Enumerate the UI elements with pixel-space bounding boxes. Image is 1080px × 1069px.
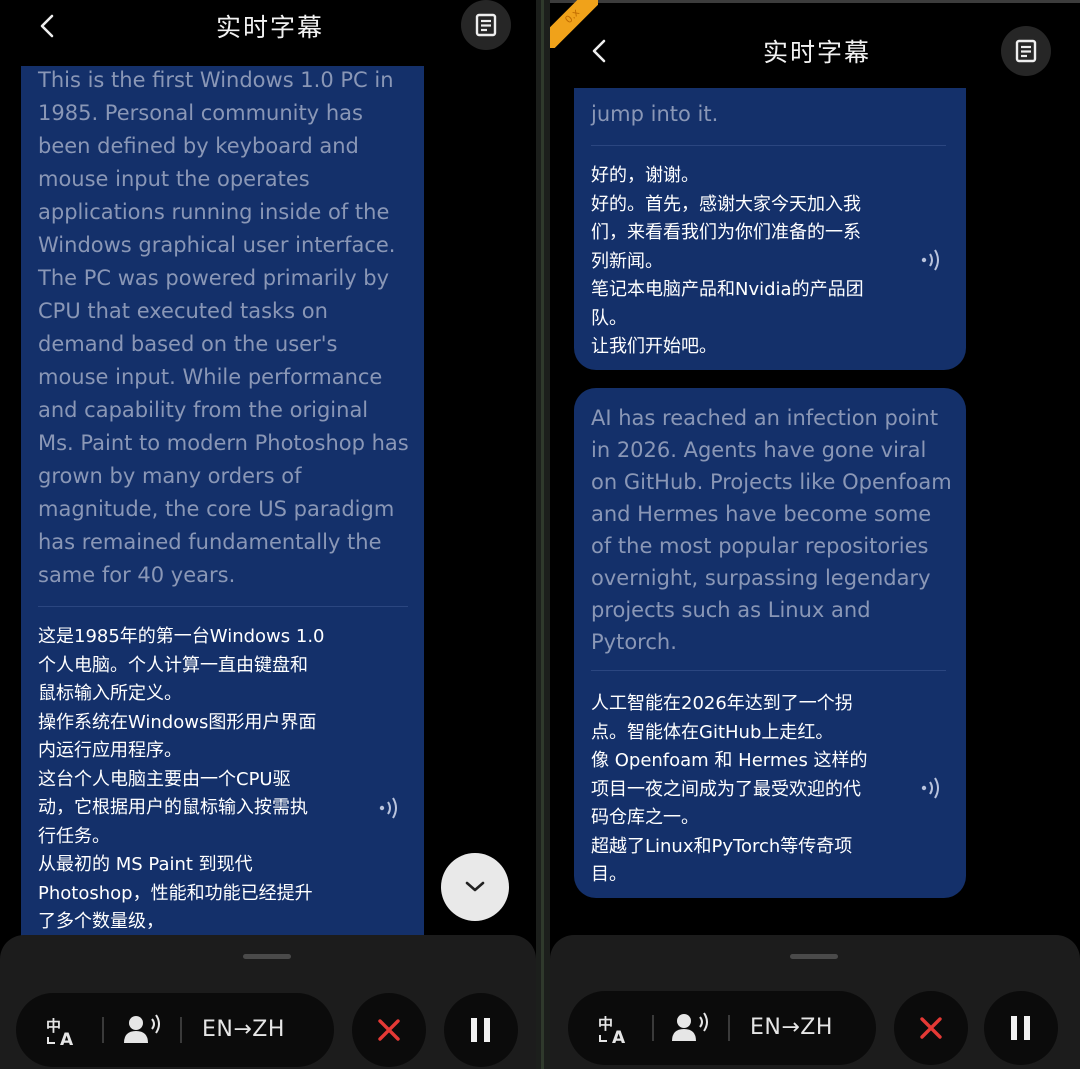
language-pair-selector[interactable]: EN→ZH	[202, 1017, 285, 1042]
right-phone-screen: 0.x 实时字幕 jump into it. 好的，谢谢。 好的。首先，感谢大家…	[550, 0, 1080, 1069]
translation-line: 队。	[591, 307, 627, 329]
pause-icon	[471, 1018, 490, 1042]
translation-line: 项目一夜之间成为了最受欢迎的代	[591, 778, 861, 800]
debug-badge: 0.x	[550, 0, 598, 48]
chevron-down-icon	[465, 881, 485, 892]
translation-line: 好的，谢谢。	[591, 165, 699, 186]
translation-line: 人工智能在2026年达到了一个拐	[591, 693, 853, 714]
translation-line: 笔记本电脑产品和Nvidia的产品团	[591, 279, 864, 300]
chinese-translation: 好的，谢谢。 好的。首先，感谢大家今天加入我 们，来看看我们为你们准备的一系 列…	[591, 162, 921, 362]
stop-button[interactable]	[352, 993, 426, 1067]
translation-line: 操作系统在Windows图形用户界面	[38, 711, 317, 733]
separator	[102, 1017, 104, 1043]
pause-icon	[1011, 1016, 1030, 1040]
chinese-translation: 这是1985年的第一台Windows 1.0 个人电脑。个人计算一直由键盘和 鼠…	[38, 623, 368, 937]
translation-line: 们，来看看我们为你们准备的一系	[591, 222, 861, 243]
pause-button[interactable]	[984, 991, 1058, 1065]
subtitle-card-1: jump into it. 好的，谢谢。 好的。首先，感谢大家今天加入我 们，来…	[574, 60, 966, 370]
divider	[591, 670, 946, 671]
translation-line: 点。智能体在GitHub上走红。	[591, 721, 834, 743]
translation-line: 列新闻。	[591, 250, 663, 272]
speaker-voice-icon[interactable]	[672, 1011, 712, 1049]
translation-line: 超越了Linux和PyTorch等传奇项	[591, 835, 853, 857]
status-line	[550, 0, 1080, 3]
page-title: 实时字幕	[216, 13, 325, 42]
play-audio-icon[interactable]	[378, 794, 402, 822]
translation-line: 码仓库之一。	[591, 807, 699, 828]
divider	[591, 145, 946, 146]
drag-handle[interactable]	[790, 954, 838, 959]
control-panel: 中A EN→ZH	[550, 935, 1080, 1069]
stop-icon	[378, 1019, 400, 1041]
page-title: 实时字幕	[763, 38, 872, 67]
transcript-doc-button[interactable]	[1001, 26, 1051, 76]
translation-line: 了多个数量级，	[38, 911, 164, 932]
document-icon	[475, 13, 497, 37]
control-panel: 中A EN→ZH	[0, 935, 536, 1069]
badge-label: 0.x	[550, 0, 598, 48]
translation-line: 这是1985年的第一台Windows 1.0	[38, 626, 325, 647]
header: 实时字幕	[0, 0, 536, 60]
back-arrow-icon[interactable]	[28, 6, 68, 46]
svg-text:中: 中	[46, 1017, 61, 1035]
translation-line: 像 Openfoam 和 Hermes 这样的	[591, 750, 868, 771]
stop-icon	[920, 1017, 942, 1039]
separator	[652, 1015, 654, 1041]
separator	[180, 1017, 182, 1043]
translation-line: Photoshop，性能和功能已经提升	[38, 882, 313, 904]
stop-button[interactable]	[894, 991, 968, 1065]
document-icon	[1015, 39, 1037, 63]
mode-controls: 中A EN→ZH	[568, 991, 876, 1065]
translate-icon[interactable]: 中A	[598, 1013, 632, 1049]
svg-text:A: A	[60, 1030, 74, 1047]
drag-handle[interactable]	[243, 954, 291, 959]
translation-line: 个人电脑。个人计算一直由键盘和	[38, 654, 308, 676]
play-audio-icon[interactable]	[920, 774, 944, 802]
translation-line: 行任务。	[38, 825, 110, 847]
translation-line: 鼠标输入所定义。	[38, 683, 182, 704]
pause-button[interactable]	[444, 993, 518, 1067]
translate-icon[interactable]: 中A	[46, 1015, 80, 1051]
translation-line: 从最初的 MS Paint 到现代	[38, 854, 253, 875]
translation-line: 这台个人电脑主要由一个CPU驱	[38, 768, 291, 790]
english-transcript: AI has reached an infection point in 202…	[591, 406, 952, 654]
translation-line: 好的。首先，感谢大家今天加入我	[591, 193, 861, 215]
mode-controls: 中A EN→ZH	[16, 993, 334, 1067]
chinese-translation: 人工智能在2026年达到了一个拐 点。智能体在GitHub上走红。 像 Open…	[591, 690, 921, 890]
header: 实时字幕	[550, 0, 1080, 88]
divider	[38, 606, 408, 607]
translation-line: 目。	[591, 864, 627, 885]
english-transcript-tail: jump into it.	[591, 102, 719, 126]
svg-text:中: 中	[598, 1015, 613, 1033]
screen-divider	[536, 0, 550, 1069]
translation-line: 让我们开始吧。	[591, 336, 717, 357]
translation-line: 内运行应用程序。	[38, 740, 182, 761]
scroll-to-bottom-button[interactable]	[441, 853, 509, 921]
subtitle-card: This is the first Windows 1.0 PC in 1985…	[21, 66, 424, 946]
separator	[728, 1015, 730, 1041]
translation-line: 动，它根据用户的鼠标输入按需执	[38, 797, 308, 818]
subtitle-card-2: AI has reached an infection point in 202…	[574, 388, 966, 898]
english-transcript: This is the first Windows 1.0 PC in 1985…	[38, 68, 409, 587]
language-pair-selector[interactable]: EN→ZH	[750, 1015, 833, 1040]
speaker-voice-icon[interactable]	[124, 1013, 164, 1051]
left-phone-screen: 实时字幕 This is the first Windows 1.0 PC in…	[0, 0, 536, 1069]
play-audio-icon[interactable]	[920, 246, 944, 274]
svg-text:A: A	[612, 1028, 626, 1045]
transcript-doc-button[interactable]	[461, 0, 511, 50]
